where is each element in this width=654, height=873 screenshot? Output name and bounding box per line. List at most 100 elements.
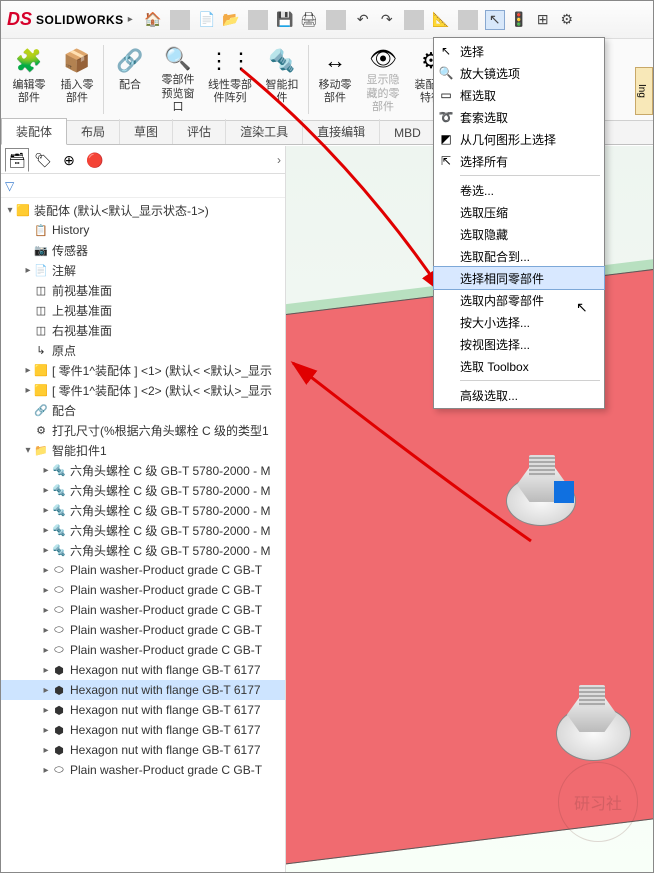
chevron-down-icon[interactable]: ▸ — [128, 14, 133, 25]
menu-item[interactable]: 选择相同零部件 — [434, 267, 604, 289]
redo-icon[interactable]: ↷ — [377, 10, 397, 30]
tab-2[interactable]: 草图 — [120, 119, 173, 144]
ribbon-linear-pattern-button[interactable]: ⋮⋮线性零部件阵列 — [202, 41, 258, 118]
tree-item[interactable]: ▸⬭Plain washer-Product grade C GB-T — [1, 580, 285, 600]
tab-5[interactable]: 直接编辑 — [303, 119, 380, 144]
tree-item[interactable]: ▸⬭Plain washer-Product grade C GB-T — [1, 760, 285, 780]
tree-item[interactable]: 📋History — [1, 220, 285, 240]
menu-item[interactable]: 选取 Toolbox — [434, 355, 604, 377]
tree-item[interactable]: ▸📄注解 — [1, 260, 285, 280]
menu-item[interactable]: ➰套索选取 — [434, 106, 604, 128]
menu-item[interactable]: 高级选取... — [434, 384, 604, 406]
tree-item[interactable]: ◫右视基准面 — [1, 320, 285, 340]
expand-icon[interactable]: ▸ — [41, 605, 51, 616]
tree-item[interactable]: ▸⬢Hexagon nut with flange GB-T 6177 — [1, 720, 285, 740]
collapse-icon[interactable]: ▾ — [5, 205, 15, 216]
feature-tree-tab[interactable]: 🗃 — [5, 148, 29, 172]
ribbon-smart-fastener-button[interactable]: 🔩智能扣件 — [258, 41, 306, 118]
expand-icon[interactable]: ▸ — [41, 545, 51, 556]
tree-item[interactable]: ▸⬭Plain washer-Product grade C GB-T — [1, 640, 285, 660]
menu-item[interactable]: 卷选... — [434, 179, 604, 201]
tree-item[interactable]: ▸⬭Plain washer-Product grade C GB-T — [1, 600, 285, 620]
tree-item[interactable]: ▾📁智能扣件1 — [1, 440, 285, 460]
tree-item[interactable]: 📷传感器 — [1, 240, 285, 260]
chevron-right-icon[interactable]: › — [277, 153, 281, 167]
expand-icon[interactable]: ▸ — [41, 745, 51, 756]
home-icon[interactable]: 🏠 — [143, 10, 163, 30]
save-icon[interactable]: 💾 — [275, 10, 295, 30]
expand-icon[interactable]: ▸ — [41, 565, 51, 576]
expand-icon[interactable]: ▸ — [41, 505, 51, 516]
expand-icon[interactable]: ▸ — [23, 265, 33, 276]
ribbon-mate-button[interactable]: 🔗配合 — [106, 41, 154, 118]
select-cursor-icon[interactable]: ↖ — [485, 10, 505, 30]
display-tab[interactable]: 🔴 — [83, 148, 107, 172]
ribbon-move-part-button[interactable]: ↔移动零部件 — [311, 41, 359, 118]
undo-icon[interactable]: ↶ — [353, 10, 373, 30]
tab-1[interactable]: 布局 — [67, 119, 120, 144]
tree-item[interactable]: ▸⬢Hexagon nut with flange GB-T 6177 — [1, 740, 285, 760]
tree-item[interactable]: ▸🟨[ 零件1^装配体 ] <1> (默认< <默认>_显示 — [1, 360, 285, 380]
rebuild-icon[interactable]: 📐 — [431, 10, 451, 30]
ribbon-part-preview-button[interactable]: 🔍零部件预览窗口 — [154, 41, 202, 118]
menu-item[interactable]: 按视图选择... — [434, 333, 604, 355]
tree-item[interactable]: ▸🟨[ 零件1^装配体 ] <2> (默认< <默认>_显示 — [1, 380, 285, 400]
menu-item[interactable]: 选取配合到... — [434, 245, 604, 267]
expand-icon[interactable]: ▸ — [41, 685, 51, 696]
menu-item[interactable]: ↖选择 — [434, 40, 604, 62]
expand-icon[interactable]: ▸ — [23, 385, 33, 396]
open-icon[interactable]: 📂 — [221, 10, 241, 30]
expand-icon[interactable]: ▸ — [41, 645, 51, 656]
ribbon-label: 配合 — [119, 79, 141, 92]
side-panel-tab[interactable]: Ing — [635, 67, 653, 115]
expand-icon[interactable]: ▸ — [41, 765, 51, 776]
print-icon[interactable]: 🖨 — [299, 10, 319, 30]
tab-6[interactable]: MBD — [380, 122, 436, 144]
tree-item[interactable]: ⚙打孔尺寸(%根据六角头螺栓 C 级的类型1 — [1, 420, 285, 440]
menu-item[interactable]: 选取隐藏 — [434, 223, 604, 245]
expand-icon[interactable]: ▸ — [41, 525, 51, 536]
tree-item[interactable]: ▸🔩六角头螺栓 C 级 GB-T 5780-2000 - M — [1, 460, 285, 480]
tree-item[interactable]: 🔗配合 — [1, 400, 285, 420]
tree-item[interactable]: ▸⬢Hexagon nut with flange GB-T 6177 — [1, 700, 285, 720]
menu-item[interactable]: ◩从几何图形上选择 — [434, 128, 604, 150]
menu-item[interactable]: ▭框选取 — [434, 84, 604, 106]
expand-icon[interactable]: ▸ — [41, 625, 51, 636]
nut-model[interactable] — [556, 706, 631, 761]
gear-icon[interactable]: ⚙ — [557, 10, 577, 30]
property-tab[interactable]: 🏷 — [31, 148, 55, 172]
ribbon-insert-part-button[interactable]: 📦插入零部件 — [53, 41, 101, 118]
filter-icon[interactable]: ▽ — [5, 179, 14, 193]
expand-icon[interactable]: ▸ — [41, 585, 51, 596]
tree-root[interactable]: ▾ 🟨 装配体 (默认<默认_显示状态-1>) — [1, 200, 285, 220]
tree-item[interactable]: ▸🔩六角头螺栓 C 级 GB-T 5780-2000 - M — [1, 520, 285, 540]
tree-item[interactable]: ▸🔩六角头螺栓 C 级 GB-T 5780-2000 - M — [1, 540, 285, 560]
expand-icon[interactable]: ▸ — [41, 485, 51, 496]
expand-icon[interactable]: ▸ — [23, 365, 33, 376]
tree-item[interactable]: ▸🔩六角头螺栓 C 级 GB-T 5780-2000 - M — [1, 500, 285, 520]
tree-item[interactable]: ▸🔩六角头螺栓 C 级 GB-T 5780-2000 - M — [1, 480, 285, 500]
menu-item[interactable]: ⇱选择所有 — [434, 150, 604, 172]
config-tab[interactable]: ⊕ — [57, 148, 81, 172]
tab-3[interactable]: 评估 — [173, 119, 226, 144]
tab-4[interactable]: 渲染工具 — [226, 119, 303, 144]
traffic-icon[interactable]: 🚦 — [509, 10, 529, 30]
options-icon[interactable]: ⊞ — [533, 10, 553, 30]
expand-icon[interactable]: ▸ — [41, 465, 51, 476]
menu-item[interactable]: 选取压缩 — [434, 201, 604, 223]
expand-icon[interactable]: ▸ — [41, 705, 51, 716]
tree-item[interactable]: ▸⬭Plain washer-Product grade C GB-T — [1, 560, 285, 580]
tree-item[interactable]: ◫前视基准面 — [1, 280, 285, 300]
menu-item[interactable]: 🔍放大镜选项 — [434, 62, 604, 84]
tree-item[interactable]: ▸⬢Hexagon nut with flange GB-T 6177 — [1, 680, 285, 700]
tree-item[interactable]: ↳原点 — [1, 340, 285, 360]
expand-icon[interactable]: ▸ — [41, 665, 51, 676]
expand-icon[interactable]: ▸ — [41, 725, 51, 736]
new-icon[interactable]: 📄 — [197, 10, 217, 30]
tree-item[interactable]: ▸⬢Hexagon nut with flange GB-T 6177 — [1, 660, 285, 680]
expand-icon[interactable]: ▾ — [23, 445, 33, 456]
ribbon-edit-part-button[interactable]: 🧩编辑零部件 — [5, 41, 53, 118]
tree-item[interactable]: ◫上视基准面 — [1, 300, 285, 320]
tree-item[interactable]: ▸⬭Plain washer-Product grade C GB-T — [1, 620, 285, 640]
tab-0[interactable]: 装配体 — [1, 118, 67, 145]
